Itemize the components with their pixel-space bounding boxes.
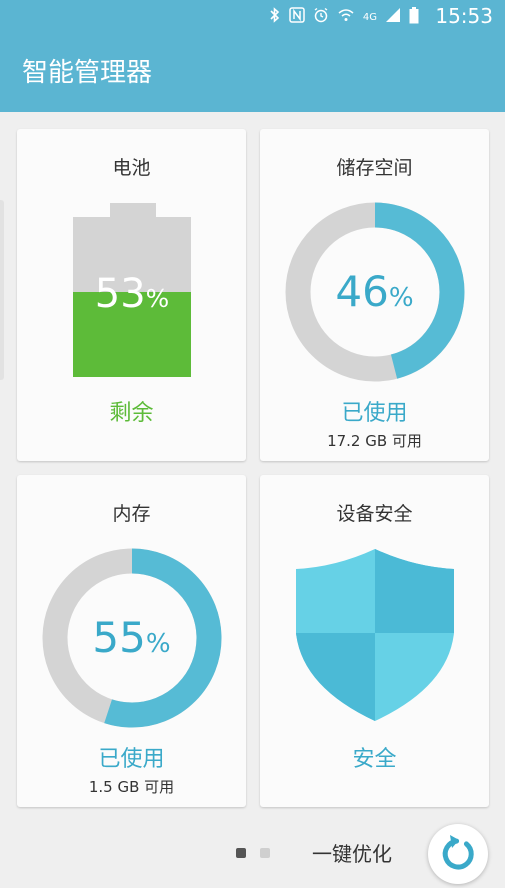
battery-card-title: 电池 [112,157,151,179]
storage-available: 17.2 GB 可用 [327,432,422,450]
storage-percent-value: 46 [335,267,389,316]
memory-percent-sign: % [145,629,171,659]
battery-card[interactable]: 电池 53% 剩余 [17,129,246,461]
security-card-title: 设备安全 [336,503,413,525]
status-icons: 4G [269,6,419,29]
security-card[interactable]: 设备安全 安全 [260,475,489,807]
signal-icon [385,7,401,28]
page-indicator-inactive[interactable] [260,848,270,858]
page-indicator-active[interactable] [236,848,246,858]
battery-icon [409,6,419,29]
optimize-button[interactable] [428,824,488,884]
refresh-icon [442,835,474,870]
memory-card-title: 内存 [112,503,151,525]
nfc-icon [289,7,305,28]
wifi-icon [337,7,355,28]
security-status: 安全 [352,747,397,772]
storage-status: 已使用 [341,401,408,426]
edge-panel-handle[interactable] [0,200,4,380]
storage-card-title: 储存空间 [336,157,413,179]
bluetooth-icon [269,6,281,29]
app-title: 智能管理器 [22,58,153,88]
status-bar: 4G 15:53 [0,0,505,34]
battery-percent: 53% [73,271,191,317]
battery-percent-value: 53 [94,271,146,317]
battery-status: 剩余 [109,401,154,426]
memory-status: 已使用 [98,747,165,772]
battery-percent-sign: % [145,284,170,313]
memory-card[interactable]: 内存 55% 已使用 1.5 GB 可用 [17,475,246,807]
memory-percent-value: 55 [92,613,146,662]
memory-available: 1.5 GB 可用 [88,778,175,796]
bottom-bar: 一键优化 [0,812,505,884]
storage-percent: 46% [260,267,489,316]
app-bar: 智能管理器 [0,34,505,112]
storage-card[interactable]: 储存空间 46% 已使用 17.2 GB 可用 [260,129,489,461]
network-type-label: 4G [362,11,377,23]
storage-percent-sign: % [388,283,414,313]
shield-icon [296,549,454,721]
memory-percent: 55% [17,613,246,662]
optimize-label[interactable]: 一键优化 [312,838,392,867]
status-time: 15:53 [435,4,493,28]
alarm-icon [313,7,329,28]
